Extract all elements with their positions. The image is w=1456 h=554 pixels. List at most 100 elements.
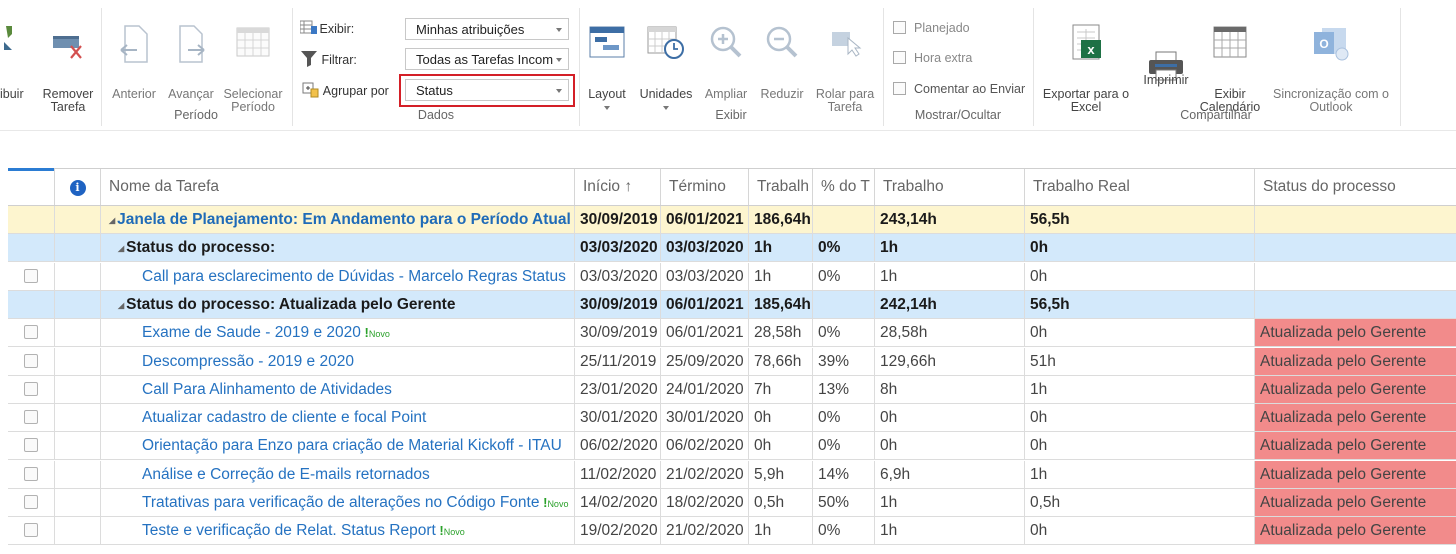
task-name-link[interactable]: Call para esclarecimento de Dúvidas - Ma… [142, 268, 566, 285]
group-by-label: Agrupar por [302, 82, 389, 98]
process-status-cell [1254, 206, 1456, 233]
layout-button[interactable]: Layout [582, 20, 632, 110]
row-info-cell [54, 404, 100, 432]
start-cell: 03/03/2020 [574, 262, 660, 290]
calendar-clock-icon [647, 26, 685, 63]
layout-label: Layout [588, 87, 626, 101]
actual-work-cell: 0h [1024, 432, 1254, 460]
process-status-cell: Atualizada pelo Gerente [1254, 517, 1456, 545]
task-name-link[interactable]: Análise e Correção de E-mails retornados [142, 466, 430, 483]
chevron-down-icon [556, 58, 562, 62]
task-row[interactable]: Análise e Correção de E-mails retornados… [8, 460, 1456, 489]
zoom-in-button[interactable]: Ampliar [700, 20, 752, 110]
header-process-status[interactable]: Status do processo [1254, 169, 1456, 205]
previous-button[interactable]: Anterior [108, 20, 160, 110]
zoom-out-button[interactable]: Reduzir [756, 20, 808, 110]
scroll-to-task-button[interactable]: Rolar para Tarefa [810, 20, 880, 114]
group-summary-row[interactable]: ◢ Status do processo: Atualizada pelo Ger… [8, 290, 1456, 319]
task-row[interactable]: Call Para Alinhamento de Atividades 23/01… [8, 375, 1456, 404]
units-button[interactable]: Unidades [636, 20, 696, 110]
header-percent[interactable]: % do T [812, 169, 874, 205]
task-name-link[interactable]: Orientação para Enzo para criação de Mat… [142, 437, 562, 454]
task-row[interactable]: Atualizar cadastro de cliente e focal Po… [8, 404, 1456, 433]
export-excel-button[interactable]: x Exportar para o Excel [1038, 20, 1134, 114]
collapse-icon[interactable]: ◢ [118, 244, 124, 253]
work-cell: 6,9h [874, 460, 1024, 488]
header-finish[interactable]: Término [660, 169, 748, 205]
view-select[interactable]: Minhas atribuições [405, 18, 569, 40]
row-select-checkbox[interactable] [24, 466, 38, 481]
work-short-cell: 7h [748, 375, 812, 403]
row-checkbox-cell [8, 432, 54, 459]
percent-cell: 0% [812, 262, 874, 290]
task-row[interactable]: Teste e verificação de Relat. Status Rep… [8, 517, 1456, 546]
units-label: Unidades [639, 87, 693, 101]
actual-work-cell: 1h [1024, 460, 1254, 488]
collapse-icon[interactable]: ◢ [118, 301, 124, 310]
row-select-checkbox[interactable] [24, 410, 38, 425]
header-select-all[interactable] [8, 169, 54, 205]
row-info-cell [54, 347, 100, 375]
task-name-link[interactable]: Atualizar cadastro de cliente e focal Po… [142, 409, 426, 426]
filter-funnel-icon [300, 50, 318, 67]
row-info-cell [54, 234, 100, 262]
header-start[interactable]: Início ↑ [574, 169, 660, 205]
task-name-link[interactable]: Call Para Alinhamento de Atividades [142, 381, 392, 398]
row-select-checkbox[interactable] [24, 523, 38, 538]
zoom-out-label: Reduzir [760, 87, 804, 101]
print-button[interactable]: Imprimir [1138, 20, 1194, 110]
task-name-cell: Teste e verificação de Relat. Status Rep… [100, 517, 574, 545]
overtime-checkbox[interactable]: Hora extra [893, 51, 972, 65]
task-row[interactable]: Tratativas para verificação de alteraçõe… [8, 489, 1456, 517]
planned-checkbox[interactable]: Planejado [893, 21, 970, 35]
task-name-cell: Atualizar cadastro de cliente e focal Po… [100, 404, 574, 432]
grid-header: i Nome da Tarefa Início ↑ Término Trabal… [8, 168, 1456, 206]
row-select-checkbox[interactable] [24, 381, 38, 396]
header-actual-work[interactable]: Trabalho Real [1024, 169, 1254, 205]
planned-label: Planejado [914, 21, 970, 35]
work-cell: 0h [874, 432, 1024, 460]
row-select-checkbox[interactable] [24, 438, 38, 453]
task-row[interactable]: Orientação para Enzo para criação de Mat… [8, 432, 1456, 461]
group-summary-row[interactable]: ◢ Janela de Planejamento: Em Andamento pa… [8, 206, 1456, 234]
percent-cell: 0% [812, 319, 874, 347]
row-checkbox-cell [8, 489, 54, 516]
task-name-cell: Descompressão - 2019 e 2020 [100, 347, 574, 375]
header-task-name[interactable]: Nome da Tarefa [100, 169, 574, 205]
assign-button[interactable]: ibuir [0, 20, 36, 110]
collapse-icon[interactable]: ◢ [109, 216, 115, 225]
select-period-button[interactable]: Selecionar Período [220, 20, 286, 114]
sync-outlook-button[interactable]: O Sincronização com o Outlook [1266, 20, 1396, 114]
task-name-link[interactable]: Tratativas para verificação de alteraçõe… [142, 494, 539, 511]
header-work-short[interactable]: Trabalh [748, 169, 812, 205]
task-name-link[interactable]: Teste e verificação de Relat. Status Rep… [142, 522, 436, 539]
remove-task-button[interactable]: Remover Tarefa [37, 20, 99, 114]
finish-cell: 24/01/2020 [660, 375, 748, 403]
row-info-cell [54, 460, 100, 488]
header-work[interactable]: Trabalho [874, 169, 1024, 205]
row-select-checkbox[interactable] [24, 325, 38, 340]
row-select-checkbox[interactable] [24, 268, 38, 283]
filter-select[interactable]: Todas as Tarefas Incom [405, 48, 569, 70]
task-row[interactable]: Exame de Saude - 2019 e 2020 !Novo 30/09/… [8, 319, 1456, 348]
finish-cell: 18/02/2020 [660, 489, 748, 516]
row-select-checkbox[interactable] [24, 353, 38, 368]
row-select-checkbox[interactable] [24, 495, 38, 509]
comment-on-send-checkbox[interactable]: Comentar ao Enviar [893, 82, 1025, 96]
task-name-cell: Tratativas para verificação de alteraçõe… [100, 489, 574, 516]
task-row[interactable]: Descompressão - 2019 e 2020 25/11/2019 25/… [8, 347, 1456, 376]
task-name-cell: Orientação para Enzo para criação de Mat… [100, 432, 574, 460]
separator [1400, 8, 1401, 126]
work-short-cell: 28,58h [748, 319, 812, 347]
task-name-link[interactable]: Exame de Saude - 2019 e 2020 [142, 324, 361, 341]
task-row[interactable]: Call para esclarecimento de Dúvidas - Ma… [8, 262, 1456, 291]
group-summary-row[interactable]: ◢ Status do processo: 03/03/2020 03/03/2020… [8, 234, 1456, 263]
process-status-cell: Atualizada pelo Gerente [1254, 347, 1456, 375]
show-calendar-button[interactable]: Exibir Calendário [1195, 20, 1265, 114]
page-back-icon [119, 24, 149, 67]
work-short-cell: 185,64h [748, 290, 812, 318]
percent-cell: 14% [812, 460, 874, 488]
task-name-link[interactable]: Descompressão - 2019 e 2020 [142, 353, 354, 370]
next-button[interactable]: Avançar [163, 20, 219, 110]
header-info[interactable]: i [54, 169, 100, 205]
